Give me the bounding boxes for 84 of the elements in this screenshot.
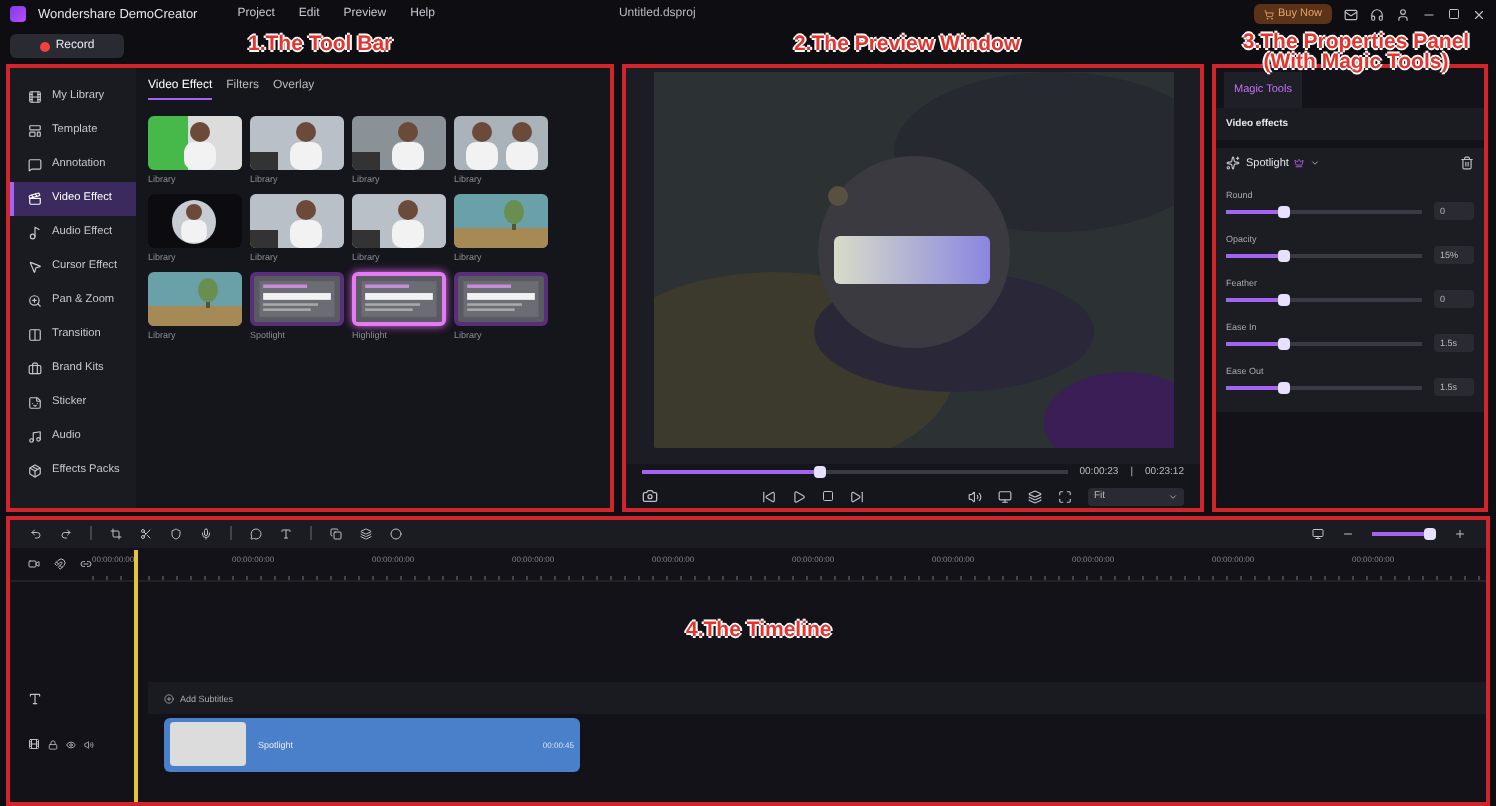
progress-track[interactable]	[642, 469, 1068, 474]
effect-thumbnail[interactable]	[148, 115, 242, 170]
plus-icon	[164, 693, 174, 703]
caret-icon	[1168, 491, 1178, 502]
volume-icon[interactable]	[968, 489, 982, 504]
shield-icon[interactable]	[170, 527, 182, 540]
effect-thumbnail[interactable]	[454, 115, 548, 170]
zoom-in-icon[interactable]	[1454, 527, 1466, 540]
maximize-icon[interactable]	[1448, 8, 1460, 21]
video-icon[interactable]	[28, 557, 40, 570]
next-frame-icon[interactable]	[850, 489, 864, 504]
headset-icon[interactable]	[1370, 7, 1384, 22]
cart-icon	[1263, 9, 1274, 20]
effect-thumbnail[interactable]	[454, 193, 548, 248]
slider-thumb[interactable]	[1278, 381, 1291, 394]
track-icon[interactable]	[28, 738, 40, 750]
layout-icon	[28, 123, 42, 138]
trash-icon[interactable]	[1460, 156, 1474, 171]
camera-icon[interactable]	[642, 488, 658, 505]
screen-icon[interactable]	[998, 489, 1012, 504]
clip-thumbnail	[170, 722, 246, 766]
previous-frame-icon[interactable]	[762, 489, 776, 504]
close-icon[interactable]	[1472, 7, 1486, 22]
circle-icon[interactable]	[390, 527, 402, 540]
split-icon[interactable]	[140, 527, 152, 540]
magnet-icon[interactable]	[54, 557, 66, 570]
mail-icon[interactable]	[1344, 7, 1358, 22]
caret-icon[interactable]	[1310, 158, 1321, 169]
effect-thumbnail[interactable]	[250, 115, 344, 170]
link-icon[interactable]	[80, 557, 92, 570]
redo-icon[interactable]	[60, 527, 72, 540]
crown-icon	[1294, 158, 1305, 169]
cursor-icon	[28, 259, 42, 274]
effect-thumbnail[interactable]	[250, 193, 344, 248]
volume-icon[interactable]	[84, 739, 94, 749]
slider-thumb[interactable]	[1278, 337, 1291, 350]
annotation-label: 1.The Tool Bar	[248, 33, 393, 55]
app-logo-icon	[10, 6, 26, 23]
zoom-thumb[interactable]	[1424, 527, 1437, 540]
effect-thumbnail[interactable]	[454, 271, 548, 326]
avatar-icon[interactable]	[1396, 7, 1410, 22]
slider-track[interactable]	[1226, 209, 1422, 214]
clapperboard-icon	[28, 191, 42, 206]
eye-icon[interactable]	[66, 739, 76, 749]
play-icon[interactable]	[792, 489, 806, 504]
annotation-label: 2.The Preview Window	[794, 33, 1021, 55]
comment-icon[interactable]	[250, 527, 262, 540]
slider-thumb[interactable]	[1278, 293, 1291, 306]
microphone-icon[interactable]	[200, 527, 212, 540]
sticker-icon	[28, 395, 42, 410]
sparkle-icon	[1226, 156, 1240, 171]
music-icon	[28, 429, 42, 444]
effect-thumbnail[interactable]	[250, 271, 344, 326]
undo-icon[interactable]	[30, 527, 42, 540]
slider-track[interactable]	[1226, 385, 1422, 390]
effect-thumbnail[interactable]	[352, 115, 446, 170]
slider-track[interactable]	[1226, 297, 1422, 302]
film-icon	[28, 89, 42, 104]
text-track-icon	[28, 691, 42, 705]
fullscreen-icon[interactable]	[1058, 489, 1072, 504]
package-icon	[28, 463, 42, 478]
progress-handle[interactable]	[814, 465, 827, 478]
effect-thumbnail[interactable]	[148, 271, 242, 326]
zoom-out-icon[interactable]	[1342, 527, 1354, 540]
music-note-icon	[28, 225, 42, 240]
briefcase-icon	[28, 361, 42, 376]
layers-icon[interactable]	[1028, 489, 1042, 504]
effect-thumbnail[interactable]	[352, 271, 446, 326]
slider-thumb[interactable]	[1278, 249, 1291, 262]
copy-icon[interactable]	[330, 527, 342, 540]
effect-thumbnail[interactable]	[352, 193, 446, 248]
lock-icon[interactable]	[48, 739, 58, 749]
slider-track[interactable]	[1226, 253, 1422, 258]
zoom-icon	[28, 293, 42, 308]
layers-icon[interactable]	[360, 527, 372, 540]
stop-icon[interactable]	[822, 490, 834, 503]
text-icon[interactable]	[280, 527, 292, 540]
slider-thumb[interactable]	[1278, 205, 1291, 218]
columns-icon	[28, 327, 42, 342]
crop-icon[interactable]	[110, 527, 122, 540]
annotation-label: 4.The Timeline	[686, 619, 832, 641]
speech-bubble-icon	[28, 157, 42, 172]
slider-track[interactable]	[1226, 341, 1422, 346]
effect-thumbnail[interactable]	[148, 193, 242, 248]
